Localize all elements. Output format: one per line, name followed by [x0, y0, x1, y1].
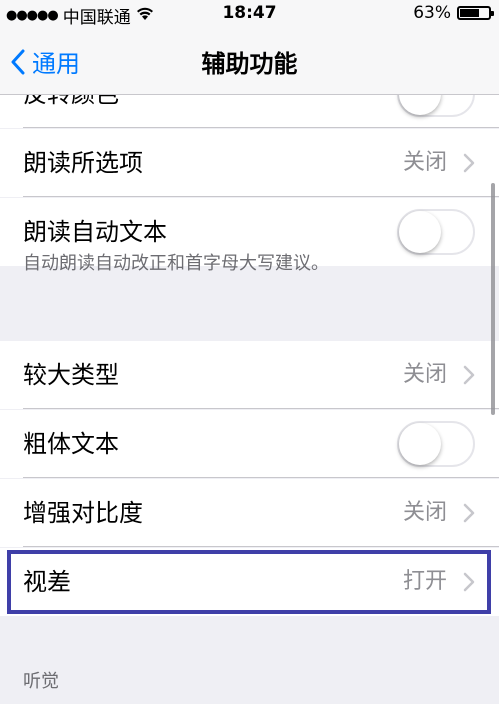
chevron-right-icon: [463, 503, 475, 523]
speak-selection-row[interactable]: 朗读所选项 关闭: [0, 129, 499, 197]
divider: [23, 546, 499, 547]
divider: [23, 127, 499, 128]
row-value: 关闭: [402, 150, 447, 175]
divider: [23, 196, 499, 197]
toggle-knob: [399, 95, 441, 115]
row-label: 反转颜色: [23, 95, 119, 128]
chevron-right-icon: [463, 153, 475, 173]
toggle-knob: [399, 211, 441, 253]
bold-text-row[interactable]: 粗体文本: [0, 410, 499, 478]
highlight-box: [7, 550, 491, 614]
battery-icon: [457, 6, 494, 20]
row-label: 粗体文本: [23, 430, 119, 458]
row-label: 较大类型: [23, 361, 119, 389]
status-bar: ●●●●● 中国联通 18:47 63%: [0, 0, 499, 28]
toggle-knob: [399, 423, 441, 465]
navigation-bar: 通用 辅助功能: [0, 28, 499, 95]
increase-contrast-row[interactable]: 增强对比度 关闭: [0, 479, 499, 547]
hearing-section-header: 听觉: [23, 671, 59, 692]
row-label: 朗读所选项: [23, 149, 143, 177]
divider: [23, 477, 499, 478]
chevron-right-icon: [463, 365, 475, 385]
bold-text-toggle[interactable]: [397, 421, 475, 467]
row-label: 增强对比度: [23, 499, 143, 527]
battery-fill: [460, 9, 479, 17]
battery-percent: 63%: [413, 3, 451, 23]
page-title: 辅助功能: [201, 50, 298, 78]
speak-auto-text-toggle[interactable]: [397, 209, 475, 255]
invert-colors-row[interactable]: 反转颜色: [0, 95, 499, 128]
row-value: 关闭: [402, 362, 447, 387]
divider: [23, 408, 499, 409]
settings-list[interactable]: 反转颜色 朗读所选项 关闭 朗读自动文本 自动朗读自动改正和首字母大写建议。 较…: [0, 95, 499, 704]
invert-colors-toggle[interactable]: [397, 95, 475, 117]
scrollbar[interactable]: [491, 183, 495, 415]
section-footer-note: 自动朗读自动改正和首字母大写建议。: [23, 253, 329, 274]
row-value: 关闭: [402, 500, 447, 525]
larger-type-row[interactable]: 较大类型 关闭: [0, 341, 499, 409]
